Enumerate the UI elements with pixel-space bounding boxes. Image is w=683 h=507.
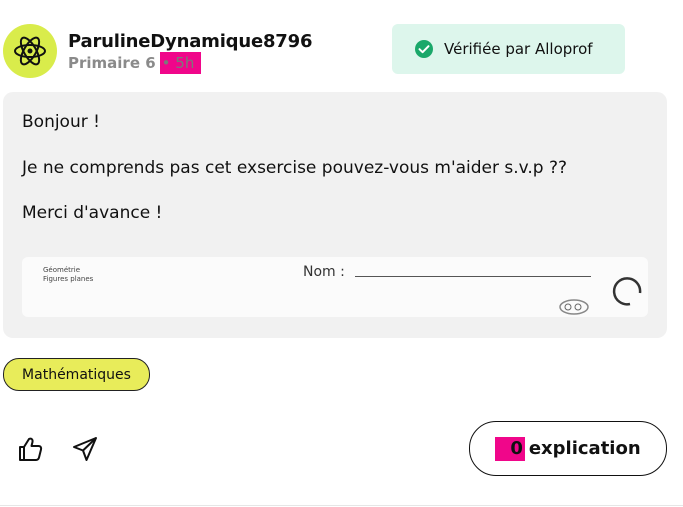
send-icon bbox=[73, 437, 97, 461]
verified-badge: Vérifiée par Alloprof bbox=[392, 24, 625, 74]
attachment-doodle bbox=[559, 299, 589, 315]
check-circle-icon bbox=[415, 40, 433, 58]
grade-label: Primaire 6 bbox=[68, 54, 156, 72]
attachment-circle-mark bbox=[612, 277, 642, 306]
attachment-heading: Géométrie Figures planes bbox=[43, 266, 94, 283]
like-button[interactable] bbox=[15, 434, 45, 464]
explanation-button[interactable]: 0 explication bbox=[469, 421, 667, 476]
post-meta: Primaire 6 • 5h bbox=[68, 52, 202, 74]
atom-icon bbox=[14, 36, 46, 66]
username[interactable]: ParulineDynamique8796 bbox=[68, 31, 312, 52]
explanation-count: 0 bbox=[495, 436, 525, 461]
explanation-label: explication bbox=[528, 438, 641, 459]
time-ago: • 5h bbox=[159, 52, 202, 74]
question-text: Je ne comprends pas cet exsercise pouvez… bbox=[22, 158, 568, 178]
attachment-name-line bbox=[355, 276, 591, 277]
share-button[interactable] bbox=[70, 434, 100, 464]
verified-label: Vérifiée par Alloprof bbox=[444, 40, 593, 58]
thumbs-up-icon bbox=[19, 437, 43, 461]
attachment-image[interactable]: Géométrie Figures planes Nom : bbox=[22, 257, 648, 317]
attachment-name-field: Nom : bbox=[303, 264, 345, 280]
avatar[interactable] bbox=[3, 24, 57, 78]
bottom-divider bbox=[0, 505, 683, 506]
question-card: Bonjour ! Je ne comprends pas cet exserc… bbox=[3, 92, 667, 338]
question-greeting: Bonjour ! bbox=[22, 112, 100, 132]
question-thanks: Merci d'avance ! bbox=[22, 203, 163, 223]
subject-tag[interactable]: Mathématiques bbox=[3, 358, 150, 391]
